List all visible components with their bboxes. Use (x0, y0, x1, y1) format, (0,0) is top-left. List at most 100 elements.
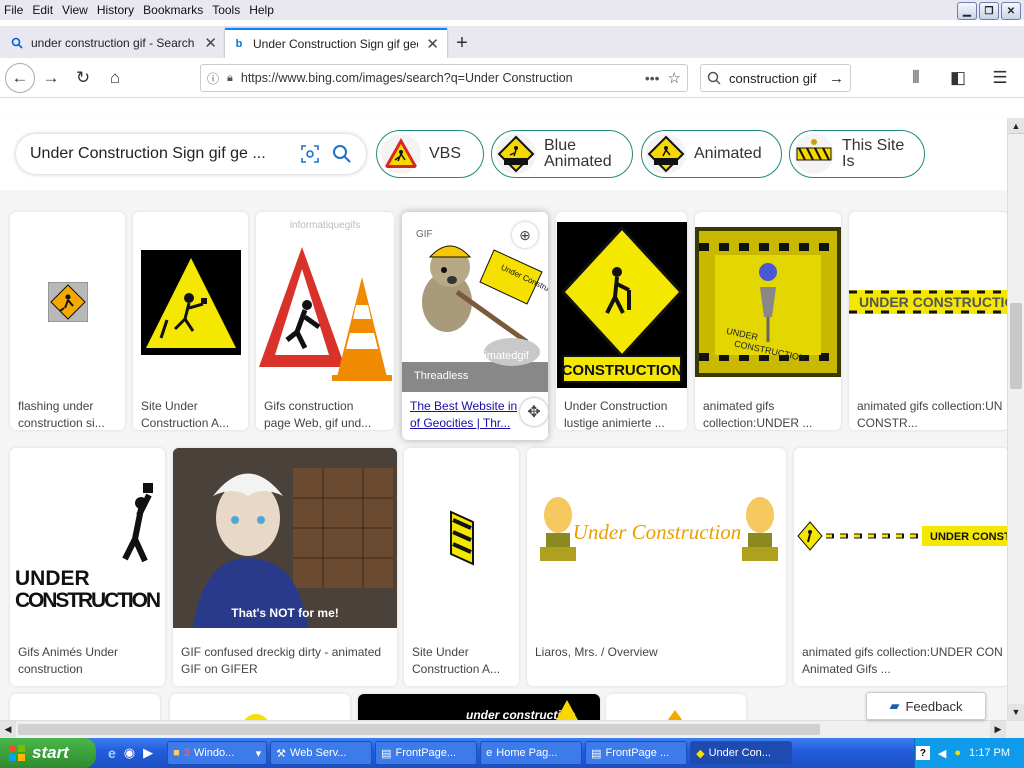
menu-edit[interactable]: Edit (32, 3, 53, 17)
result-card[interactable]: CONSTRUCTION Under Construction lustige a… (556, 212, 687, 430)
menu-bookmarks[interactable]: Bookmarks (143, 3, 203, 17)
quicklaunch-icon[interactable]: ◉ (124, 745, 135, 761)
result-card[interactable]: flashing under construction si... (10, 212, 125, 430)
bar-text: UNDER CONSTRUCTION (859, 294, 1007, 310)
lamp-text: Under Construction (572, 520, 741, 544)
menu-file[interactable]: File (4, 3, 23, 17)
tab-close-icon[interactable]: ✕ (426, 35, 439, 53)
result-caption: animated gifs collection:UN CONSTR... (857, 399, 1003, 430)
new-tab-button[interactable]: + (447, 28, 477, 58)
tab-title: under construction gif - Search (31, 36, 195, 50)
tray-arrow-icon[interactable]: ◀ (938, 747, 946, 760)
feedback-icon: ▰ (889, 698, 900, 713)
media-player-icon[interactable]: ▶ (143, 745, 153, 761)
stick-construction-text: CONSTRUCTION (15, 589, 161, 612)
taskbar-frontpage-2[interactable]: ▤ FrontPage ... (585, 741, 688, 765)
image-results: flashing under construction si... Site Un… (0, 190, 1007, 720)
minimize-button[interactable]: ▁ (957, 2, 977, 20)
chip-blue-animated[interactable]: Blue Animated (491, 130, 633, 178)
result-caption: animated gifs collection:UNDER CON Animat… (802, 645, 1003, 676)
ie-icon[interactable]: e (108, 745, 116, 761)
result-card[interactable]: UNDER CONSTRU animated gifs collection:U… (794, 448, 1007, 686)
tab-under-construction[interactable]: b Under Construction Sign gif geoc… ✕ (225, 28, 447, 58)
feedback-button[interactable]: ▰ Feedback (866, 692, 986, 720)
chip-animated[interactable]: Animated (641, 130, 782, 178)
taskbar-under-construction[interactable]: ◆ Under Con... (690, 741, 793, 765)
bing-query[interactable]: Under Construction Sign gif ge ... (30, 145, 288, 163)
sidebar-icon[interactable]: ◧ (942, 62, 974, 94)
start-button[interactable]: start (0, 738, 96, 768)
tab-search[interactable]: under construction gif - Search ✕ (3, 28, 225, 58)
watermark-text: informatiquegifs (289, 220, 361, 231)
result-card[interactable]: informatiquegifs Gifs construction page W… (256, 212, 394, 430)
chip-this-site-is[interactable]: This Site Is (789, 130, 925, 178)
taskbar-web-server[interactable]: ⚒ Web Serv... (270, 741, 373, 765)
vertical-scrollbar[interactable]: ▲ ▼ (1007, 118, 1024, 720)
page-actions-icon[interactable]: ••• (645, 70, 660, 86)
go-arrow-icon[interactable]: → (829, 70, 844, 87)
result-image (10, 212, 125, 392)
scroll-right-icon[interactable]: ▶ (990, 721, 1006, 738)
forward-icon[interactable]: → (35, 62, 67, 94)
result-card[interactable] (10, 694, 160, 720)
menu-view[interactable]: View (62, 3, 88, 17)
taskbar-home-page[interactable]: e Home Pag... (480, 741, 583, 765)
frontpage-icon: ▤ (381, 747, 392, 760)
library-icon[interactable]: ⫴ (900, 62, 932, 94)
bing-search-box[interactable]: Under Construction Sign gif ge ... (16, 134, 366, 174)
search-field[interactable]: construction gif → (700, 64, 851, 92)
result-card[interactable] (606, 694, 746, 720)
search-icon (11, 37, 23, 49)
menu-history[interactable]: History (97, 3, 134, 17)
menu-help[interactable]: Help (249, 3, 274, 17)
bookmark-star-icon[interactable]: ☆ (668, 69, 681, 87)
menu-tools[interactable]: Tools (212, 3, 240, 17)
stick-under-text: UNDER (15, 567, 90, 590)
result-card[interactable]: Under Construction Liaros, Mrs. / Overvi… (527, 448, 786, 686)
menu-icon[interactable]: ☰ (984, 62, 1016, 94)
scroll-left-icon[interactable]: ◀ (0, 721, 16, 738)
home-icon[interactable]: ⌂ (99, 62, 131, 94)
address-bar[interactable]: ⓘ 🔒︎ https://www.bing.com/images/search?… (200, 64, 688, 92)
horizontal-scrollbar[interactable]: ◀ ▶ (0, 720, 1024, 738)
add-collection-icon[interactable]: ⊕ (512, 222, 538, 248)
banner-text: UNDER CONSTRU (930, 531, 1007, 543)
tab-close-icon[interactable]: ✕ (204, 34, 217, 52)
result-card[interactable]: UNDER CONSTRUCTION animated gifs collectio… (695, 212, 841, 430)
start-label: start (32, 743, 69, 762)
ie-page-icon: e (486, 747, 493, 759)
chip-vbs[interactable]: VBS (376, 130, 484, 178)
tray-app-icon[interactable]: ● (954, 747, 961, 759)
window-count: 3 (183, 747, 190, 759)
result-card[interactable]: under construction (358, 694, 600, 720)
result-card[interactable]: UNDER CONSTRUCTION animated gifs collect… (849, 212, 1007, 430)
result-image: That's NOT for me! (173, 448, 397, 628)
result-image: CONSTRUCTION (556, 212, 687, 392)
result-card[interactable]: Site Under Construction A... (133, 212, 248, 430)
help-icon[interactable]: ? (915, 746, 930, 760)
visual-search-icon[interactable]: ✥ (520, 398, 548, 426)
info-icon[interactable]: ⓘ (207, 70, 219, 87)
result-caption: Site Under Construction A... (141, 399, 230, 430)
taskbar-windows-group[interactable]: ■ 3 Windo... ▾ (167, 741, 268, 765)
url-text[interactable]: https://www.bing.com/images/search?q=Und… (241, 71, 637, 85)
result-card[interactable] (170, 694, 350, 720)
back-icon[interactable]: ← (5, 62, 35, 93)
result-image: informatiquegifs (256, 212, 394, 392)
taskbar-label: Windo... (193, 747, 235, 759)
result-card-hovered[interactable]: Under Construction GIF ⊕ 200 x 200 · ani… (402, 212, 548, 440)
scroll-down-icon[interactable]: ▼ (1008, 704, 1024, 720)
reload-icon[interactable]: ↻ (67, 62, 99, 94)
taskbar-frontpage-1[interactable]: ▤ FrontPage... (375, 741, 478, 765)
result-card[interactable]: That's NOT for me! GIF confused dreckig … (173, 448, 397, 686)
search-icon[interactable] (332, 144, 352, 164)
close-window-button[interactable]: ✕ (1001, 2, 1021, 20)
scroll-thumb[interactable] (1010, 303, 1022, 389)
result-card[interactable]: UNDER CONSTRUCTION Gifs Animés Under const… (10, 448, 165, 686)
bing-icon: b (235, 38, 243, 50)
restore-button[interactable]: ❐ (979, 2, 999, 20)
visual-search-icon[interactable] (300, 144, 320, 164)
scroll-up-icon[interactable]: ▲ (1008, 118, 1024, 134)
result-card[interactable]: Site Under Construction A... (404, 448, 519, 686)
scroll-thumb[interactable] (18, 724, 820, 735)
